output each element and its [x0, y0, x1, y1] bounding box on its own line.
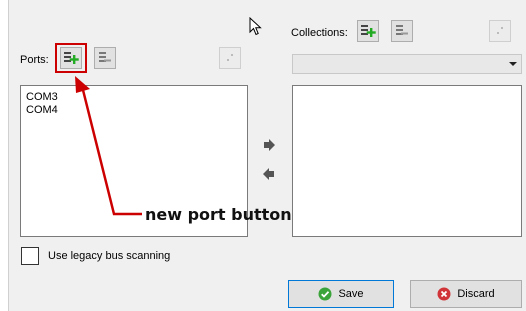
discard-icon	[437, 287, 451, 301]
discard-button[interactable]: Discard	[410, 280, 522, 308]
legacy-bus-label: Use legacy bus scanning	[48, 250, 171, 262]
save-label: Save	[338, 288, 364, 300]
save-button[interactable]: Save	[288, 280, 394, 308]
annotation-arrow	[75, 76, 142, 216]
legacy-bus-checkbox[interactable]	[21, 247, 39, 265]
save-icon	[318, 287, 332, 301]
discard-label: Discard	[457, 288, 495, 300]
annotation-label: new port button	[145, 205, 292, 224]
